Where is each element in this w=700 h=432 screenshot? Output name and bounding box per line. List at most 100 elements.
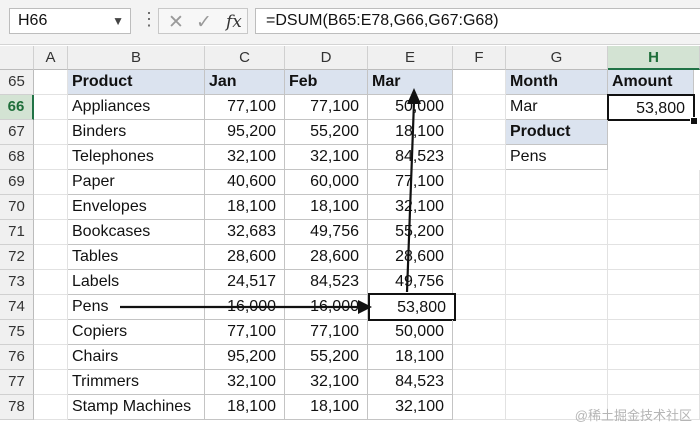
row-header-67[interactable]: 67 bbox=[0, 120, 34, 145]
row-header-65[interactable]: 65 bbox=[0, 70, 34, 95]
empty-cell[interactable] bbox=[453, 395, 506, 420]
table-cell-product[interactable]: Appliances bbox=[68, 95, 205, 120]
table-cell-jan[interactable]: 24,517 bbox=[205, 270, 285, 295]
table-cell-product[interactable]: Pens bbox=[68, 295, 205, 320]
empty-cell[interactable] bbox=[34, 370, 68, 395]
table-cell-jan[interactable]: 32,100 bbox=[205, 145, 285, 170]
table-cell-jan[interactable]: 18,100 bbox=[205, 395, 285, 420]
insert-function-icon[interactable]: fx bbox=[226, 12, 242, 32]
table-cell-mar[interactable]: 28,600 bbox=[368, 245, 453, 270]
column-header-b[interactable]: B bbox=[68, 46, 205, 70]
empty-cell[interactable] bbox=[34, 95, 68, 120]
table-cell-product[interactable]: Binders bbox=[68, 120, 205, 145]
table-cell-product[interactable]: Trimmers bbox=[68, 370, 205, 395]
table-cell-feb[interactable]: 32,100 bbox=[285, 145, 368, 170]
empty-cell[interactable] bbox=[453, 70, 506, 95]
column-header-h[interactable]: H bbox=[608, 46, 700, 70]
table-cell-product[interactable]: Envelopes bbox=[68, 195, 205, 220]
table-header-product[interactable]: Product bbox=[68, 70, 205, 95]
empty-cell[interactable] bbox=[506, 245, 608, 270]
empty-cell[interactable] bbox=[34, 220, 68, 245]
empty-cell[interactable] bbox=[453, 95, 506, 120]
empty-cell[interactable] bbox=[34, 295, 68, 320]
table-cell-mar[interactable]: 50,000 bbox=[368, 95, 453, 120]
empty-cell[interactable] bbox=[506, 370, 608, 395]
table-cell-mar[interactable]: 49,756 bbox=[368, 270, 453, 295]
table-cell-feb[interactable]: 84,523 bbox=[285, 270, 368, 295]
empty-cell[interactable] bbox=[453, 220, 506, 245]
table-cell-feb[interactable]: 77,100 bbox=[285, 320, 368, 345]
table-cell-mar[interactable]: 55,200 bbox=[368, 220, 453, 245]
empty-cell[interactable] bbox=[34, 70, 68, 95]
table-cell-feb[interactable]: 55,200 bbox=[285, 345, 368, 370]
table-cell-feb[interactable]: 16,000 bbox=[285, 295, 368, 320]
column-header-f[interactable]: F bbox=[453, 46, 506, 70]
table-cell-jan[interactable]: 77,100 bbox=[205, 95, 285, 120]
row-header-77[interactable]: 77 bbox=[0, 370, 34, 395]
row-header-66[interactable]: 66 bbox=[0, 95, 34, 120]
empty-cell[interactable] bbox=[453, 170, 506, 195]
criteria-month-header[interactable]: Month bbox=[506, 70, 608, 95]
empty-cell[interactable] bbox=[34, 345, 68, 370]
empty-cell[interactable] bbox=[506, 345, 608, 370]
empty-cell[interactable] bbox=[608, 345, 700, 370]
empty-cell[interactable] bbox=[453, 145, 506, 170]
more-options-icon[interactable]: ⋮ bbox=[140, 9, 158, 30]
row-header-72[interactable]: 72 bbox=[0, 245, 34, 270]
enter-icon[interactable]: ✓ bbox=[196, 11, 212, 34]
column-header-a[interactable]: A bbox=[34, 46, 68, 70]
column-header-g[interactable]: G bbox=[506, 46, 608, 70]
table-cell-product[interactable]: Chairs bbox=[68, 345, 205, 370]
empty-cell[interactable] bbox=[453, 120, 506, 145]
empty-cell[interactable] bbox=[608, 170, 700, 195]
row-header-78[interactable]: 78 bbox=[0, 395, 34, 420]
empty-cell[interactable] bbox=[506, 320, 608, 345]
row-header-74[interactable]: 74 bbox=[0, 295, 34, 320]
empty-cell[interactable] bbox=[453, 345, 506, 370]
row-header-71[interactable]: 71 bbox=[0, 220, 34, 245]
table-cell-jan[interactable]: 32,683 bbox=[205, 220, 285, 245]
row-header-75[interactable]: 75 bbox=[0, 320, 34, 345]
table-cell-jan[interactable]: 18,100 bbox=[205, 195, 285, 220]
empty-cell[interactable] bbox=[608, 245, 700, 270]
table-cell-product[interactable]: Copiers bbox=[68, 320, 205, 345]
table-cell-feb[interactable]: 28,600 bbox=[285, 245, 368, 270]
table-cell-jan[interactable]: 40,600 bbox=[205, 170, 285, 195]
table-cell-jan[interactable]: 95,200 bbox=[205, 345, 285, 370]
table-cell-mar[interactable]: 18,100 bbox=[368, 345, 453, 370]
empty-cell[interactable] bbox=[34, 170, 68, 195]
empty-cell[interactable] bbox=[506, 220, 608, 245]
table-cell-mar[interactable]: 84,523 bbox=[368, 145, 453, 170]
cancel-icon[interactable]: ✕ bbox=[168, 11, 184, 34]
empty-cell[interactable] bbox=[34, 120, 68, 145]
name-box[interactable]: H66 ▼ bbox=[9, 8, 131, 34]
table-cell-jan[interactable]: 16,000 bbox=[205, 295, 285, 320]
table-cell-mar-highlighted[interactable]: 53,800 bbox=[368, 293, 456, 321]
table-cell-product[interactable]: Stamp Machines bbox=[68, 395, 205, 420]
table-cell-feb[interactable]: 55,200 bbox=[285, 120, 368, 145]
empty-cell[interactable] bbox=[34, 270, 68, 295]
table-header-feb[interactable]: Feb bbox=[285, 70, 368, 95]
table-cell-jan[interactable]: 95,200 bbox=[205, 120, 285, 145]
table-cell-mar[interactable]: 50,000 bbox=[368, 320, 453, 345]
column-header-d[interactable]: D bbox=[285, 46, 368, 70]
table-cell-feb[interactable]: 18,100 bbox=[285, 395, 368, 420]
table-cell-feb[interactable]: 60,000 bbox=[285, 170, 368, 195]
table-cell-feb[interactable]: 18,100 bbox=[285, 195, 368, 220]
criteria-amount-header[interactable]: Amount bbox=[608, 70, 694, 95]
table-cell-mar[interactable]: 18,100 bbox=[368, 120, 453, 145]
empty-cell[interactable] bbox=[453, 295, 506, 320]
table-cell-product[interactable]: Telephones bbox=[68, 145, 205, 170]
row-header-69[interactable]: 69 bbox=[0, 170, 34, 195]
empty-cell[interactable] bbox=[34, 320, 68, 345]
row-header-76[interactable]: 76 bbox=[0, 345, 34, 370]
table-cell-jan[interactable]: 28,600 bbox=[205, 245, 285, 270]
column-header-e[interactable]: E bbox=[368, 46, 453, 70]
column-header-c[interactable]: C bbox=[205, 46, 285, 70]
criteria-product-header[interactable]: Product bbox=[506, 120, 608, 145]
row-header-70[interactable]: 70 bbox=[0, 195, 34, 220]
table-header-mar[interactable]: Mar bbox=[368, 70, 453, 95]
empty-cell[interactable] bbox=[506, 295, 608, 320]
empty-cell[interactable] bbox=[608, 195, 700, 220]
criteria-product-value[interactable]: Pens bbox=[506, 145, 608, 170]
